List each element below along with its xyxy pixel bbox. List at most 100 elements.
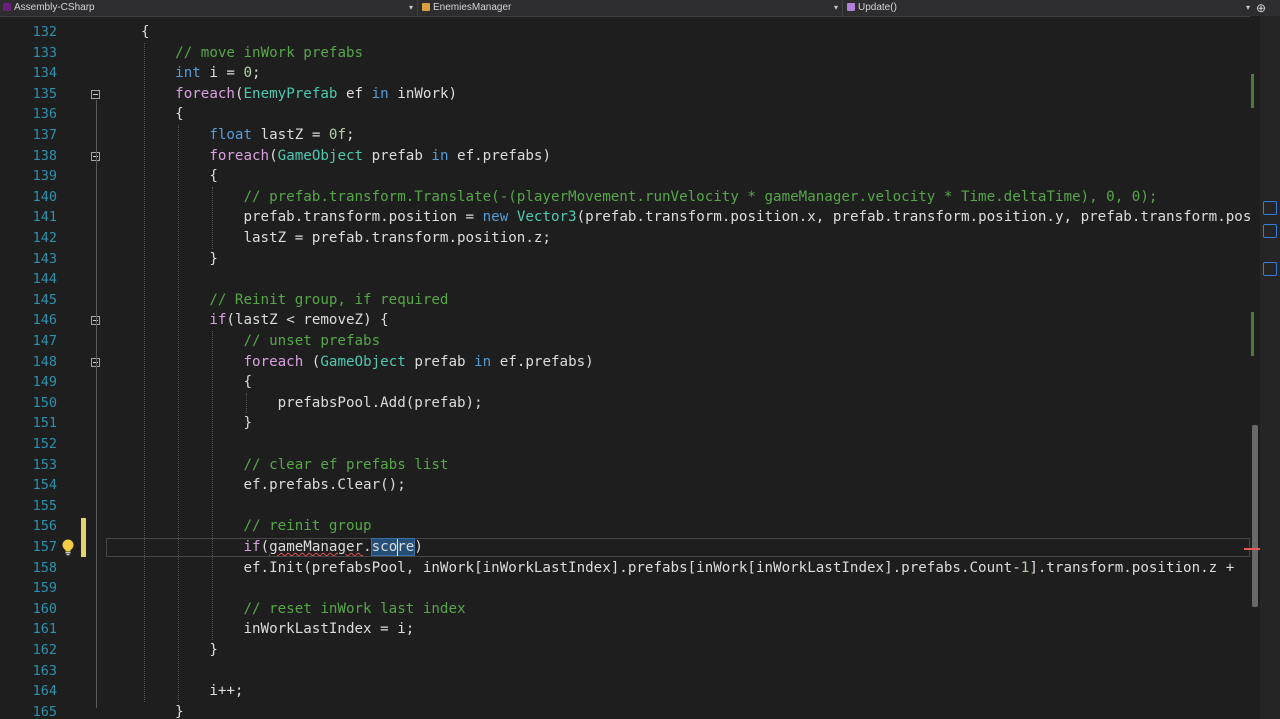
vertical-scrollbar[interactable] (1244, 16, 1262, 719)
code-line[interactable]: { (209, 166, 218, 187)
line-number: 133 (32, 44, 57, 61)
line-number: 150 (32, 394, 57, 411)
code-line[interactable]: prefabsPool.Add(prefab); (278, 393, 483, 414)
code-line[interactable]: } (209, 249, 218, 270)
text-caret (397, 539, 399, 556)
indent-guide (144, 42, 145, 702)
split-window-icon[interactable]: ⊕ (1256, 1, 1266, 15)
code-token: (lastZ < removeZ) { (226, 312, 389, 329)
code-token: i++; (209, 683, 244, 700)
code-token: inWorkLastIndex = i; (243, 621, 415, 638)
code-line[interactable]: float lastZ = 0f; (209, 125, 354, 146)
class-icon (422, 3, 430, 11)
code-token: ].transform.position.z + (1029, 559, 1243, 576)
line-number: 142 (32, 230, 57, 246)
line-number: 160 (32, 600, 57, 617)
collapse-toggle[interactable] (91, 89, 100, 99)
code-line[interactable]: ef.Init(prefabsPool, inWork[inWorkLastIn… (243, 558, 1242, 579)
code-token: 0f (328, 127, 346, 143)
error-squiggle-token: gameManager (269, 539, 364, 555)
line-number: 135 (32, 85, 57, 102)
navigation-bar: Assembly-CSharp ▾ EnemiesManager ▾ Updat… (0, 0, 1280, 17)
code-line[interactable]: prefab.transform.position = new Vector3(… (243, 207, 1250, 228)
code-line[interactable]: } (175, 702, 184, 719)
code-token: new (482, 209, 509, 226)
tool-window-icon[interactable] (1263, 201, 1277, 215)
line-number: 140 (32, 188, 57, 205)
code-token: } (243, 415, 253, 432)
side-tool-strip (1260, 16, 1280, 719)
indent-guide (246, 392, 248, 414)
code-token: in (431, 147, 449, 164)
line-number: 152 (32, 436, 57, 452)
code-token: prefab (405, 353, 475, 370)
code-line[interactable]: foreach (GameObject prefab in ef.prefabs… (243, 352, 593, 373)
chevron-down-icon: ▾ (1245, 3, 1250, 12)
code-line[interactable]: // move inWork prefabs (175, 43, 363, 64)
line-number: 137 (32, 127, 57, 143)
code-token: ef.Init(prefabsPool, inWork[inWorkLastIn… (243, 559, 1021, 576)
code-token: . (363, 539, 372, 555)
code-line[interactable]: foreach(EnemyPrefab ef in inWork) (175, 84, 457, 105)
code-token: float (209, 127, 253, 143)
comment-token: // reset inWork last index (243, 600, 466, 617)
code-token: ; (252, 65, 261, 82)
code-token: ) (414, 539, 423, 555)
code-token: ; (346, 127, 355, 143)
code-area[interactable]: {// move inWork prefabs int i = 0; foreach… (106, 16, 1250, 719)
outlining-margin (86, 16, 106, 719)
member-dropdown-label: Update() (858, 2, 897, 13)
code-line[interactable]: // Reinit group, if required (209, 290, 448, 311)
scroll-thumb[interactable] (1252, 425, 1258, 607)
code-line[interactable]: foreach(GameObject prefab in ef.prefabs) (209, 146, 551, 167)
class-dropdown[interactable]: EnemiesManager ▾ (419, 0, 843, 16)
comment-token: // prefab.transform.Translate(-(playerMo… (243, 188, 1158, 205)
line-number: 144 (32, 271, 57, 288)
code-line[interactable]: } (209, 640, 218, 661)
line-number: 149 (32, 374, 57, 391)
code-token: ef (337, 85, 372, 102)
line-number: 155 (32, 497, 57, 514)
line-number: 146 (32, 312, 57, 329)
comment-token: // unset prefabs (243, 333, 381, 349)
line-number: 151 (32, 415, 57, 432)
code-line[interactable]: lastZ = prefab.transform.position.z; (243, 228, 551, 249)
code-line[interactable]: // prefab.transform.Translate(-(playerMo… (243, 187, 1157, 208)
line-number: 139 (32, 168, 57, 185)
code-line[interactable]: if(gameManager.score) (243, 537, 423, 558)
code-line[interactable]: { (141, 22, 150, 43)
line-number: 147 (32, 333, 57, 349)
code-line[interactable]: { (243, 372, 252, 393)
code-line[interactable]: // clear ef prefabs list (243, 455, 448, 476)
line-number: 159 (32, 580, 57, 597)
code-line[interactable]: // unset prefabs (243, 331, 380, 352)
comment-token: // clear ef prefabs list (243, 456, 449, 473)
code-line[interactable]: // reset inWork last index (243, 599, 465, 620)
code-line[interactable]: inWorkLastIndex = i; (243, 619, 414, 640)
code-token: { (175, 106, 184, 123)
line-number: 154 (32, 477, 57, 494)
scroll-change-marker (1251, 312, 1254, 356)
code-token: if (243, 539, 261, 555)
code-editor[interactable]: 132 133 134 135 136 137 138 139 140 141 142 143 144 1… (0, 16, 1280, 719)
code-line[interactable]: i++; (209, 681, 243, 702)
line-number: 164 (32, 683, 57, 700)
indent-guide (178, 125, 180, 702)
code-line[interactable]: { (175, 104, 184, 125)
code-line[interactable]: ef.prefabs.Clear(); (243, 475, 405, 496)
code-line[interactable]: int i = 0; (175, 63, 260, 84)
tool-window-icon[interactable] (1263, 262, 1277, 276)
member-dropdown[interactable]: Update() ▾ (844, 0, 1254, 16)
tool-window-icon[interactable] (1263, 224, 1277, 238)
code-line[interactable]: } (243, 413, 252, 434)
project-dropdown[interactable]: Assembly-CSharp ▾ (0, 0, 418, 16)
code-line[interactable]: // reinit group (243, 516, 371, 537)
code-line[interactable]: if(lastZ < removeZ) { (209, 310, 388, 331)
lightbulb-icon[interactable] (60, 538, 76, 556)
csharp-project-icon (3, 3, 11, 11)
code-token: (prefab.transform.position.x, prefab.tra… (576, 209, 1250, 226)
line-number: 156 (32, 518, 57, 535)
code-token: in (371, 85, 389, 102)
code-token: Vector3 (516, 209, 577, 226)
